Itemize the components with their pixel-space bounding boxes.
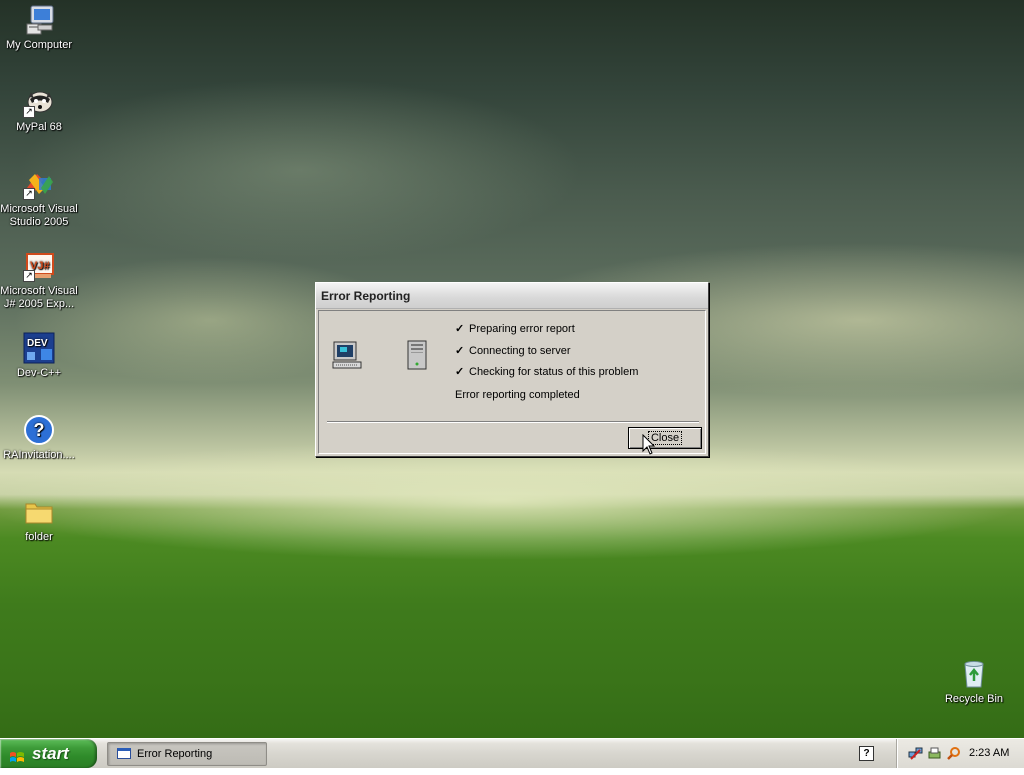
server-icon xyxy=(405,339,429,371)
shortcut-arrow-icon: ↗ xyxy=(23,106,35,118)
desktop-icon-label: RAInvitation.... xyxy=(3,449,75,461)
checkmark-icon: ✓ xyxy=(455,323,465,335)
dialog-title[interactable]: Error Reporting xyxy=(316,283,708,309)
start-button[interactable]: start xyxy=(0,739,97,768)
desktop-icon-rainvitation[interactable]: ? RAInvitation.... xyxy=(0,414,78,462)
recycle-bin-icon xyxy=(958,658,990,690)
shortcut-arrow-icon: ↗ xyxy=(23,270,35,282)
desktop-icon-recycle-bin[interactable]: Recycle Bin xyxy=(935,658,1013,706)
desktop-icon-mypal[interactable]: ↗ MyPal 68 xyxy=(0,86,78,134)
desktop-icon-visual-studio[interactable]: ↗ Microsoft Visual Studio 2005 xyxy=(0,168,78,229)
taskbar-button-error-reporting[interactable]: Error Reporting xyxy=(107,742,267,766)
desktop-icon-label: My Computer xyxy=(5,39,73,51)
desktop-icon-dev-cpp[interactable]: DEV Dev-C++ xyxy=(0,332,78,380)
status-text: Error reporting completed xyxy=(455,389,580,401)
network-icon[interactable] xyxy=(908,746,923,761)
step-preparing-report: ✓ Preparing error report xyxy=(455,322,575,335)
visual-jsharp-icon: VJ# ↗ xyxy=(23,250,55,282)
desktop-icon-label: MyPal 68 xyxy=(16,121,62,133)
desktop-icon-my-computer[interactable]: My Computer xyxy=(0,4,78,52)
step-label: Checking for status of this problem xyxy=(469,366,639,378)
system-tray: 2:23 AM xyxy=(896,739,1024,768)
help-question-icon: ? xyxy=(23,414,55,446)
desktop: My Computer ↗ MyPal 68 ↗ Microsoft Visua… xyxy=(0,0,1024,738)
taskbar-button-label: Error Reporting xyxy=(137,748,213,760)
svg-text:?: ? xyxy=(34,420,45,440)
desktop-icon-label: Dev-C++ xyxy=(16,367,62,379)
windows-flag-icon xyxy=(9,746,25,762)
dialog-body: ✓ Preparing error report ✓ Connecting to s… xyxy=(318,310,706,454)
desktop-icon-label: folder xyxy=(25,531,53,543)
close-button[interactable]: Close xyxy=(628,427,702,449)
help-tray-icon[interactable]: ? xyxy=(859,746,874,761)
dialog-separator xyxy=(327,421,699,423)
desktop-icon-label: Microsoft Visual J# 2005 Exp... xyxy=(0,285,78,310)
folder-icon xyxy=(23,496,55,528)
visual-studio-icon: ↗ xyxy=(23,168,55,200)
start-label: start xyxy=(32,744,69,763)
taskbar: start Error Reporting ? 2:23 AM xyxy=(0,738,1024,768)
search-icon[interactable] xyxy=(946,746,961,761)
checkmark-icon: ✓ xyxy=(455,345,465,357)
close-button-label: Close xyxy=(647,431,683,445)
desktop-icon-label: Microsoft Visual Studio 2005 xyxy=(0,203,78,228)
desktop-icon-visual-jsharp[interactable]: VJ# ↗ Microsoft Visual J# 2005 Exp... xyxy=(0,250,78,311)
computer-icon xyxy=(23,4,55,36)
error-reporting-dialog: Error Reporting ✓ Preparing error report… xyxy=(315,282,709,457)
desktop-icon-label: Recycle Bin xyxy=(944,693,1004,705)
step-label: Connecting to server xyxy=(469,345,571,357)
printer-icon[interactable] xyxy=(927,746,942,761)
window-icon xyxy=(117,748,131,759)
desktop-icon-folder[interactable]: folder xyxy=(0,496,78,544)
step-checking-status: ✓ Checking for status of this problem xyxy=(455,365,638,378)
checkmark-icon: ✓ xyxy=(455,366,465,378)
step-connecting-server: ✓ Connecting to server xyxy=(455,344,571,357)
dev-cpp-icon: DEV xyxy=(23,332,55,364)
raccoon-browser-icon: ↗ xyxy=(23,86,55,118)
computer-icon xyxy=(331,339,363,371)
clock[interactable]: 2:23 AM xyxy=(969,739,1009,768)
svg-text:DEV: DEV xyxy=(27,338,48,349)
step-label: Preparing error report xyxy=(469,323,575,335)
shortcut-arrow-icon: ↗ xyxy=(23,188,35,200)
